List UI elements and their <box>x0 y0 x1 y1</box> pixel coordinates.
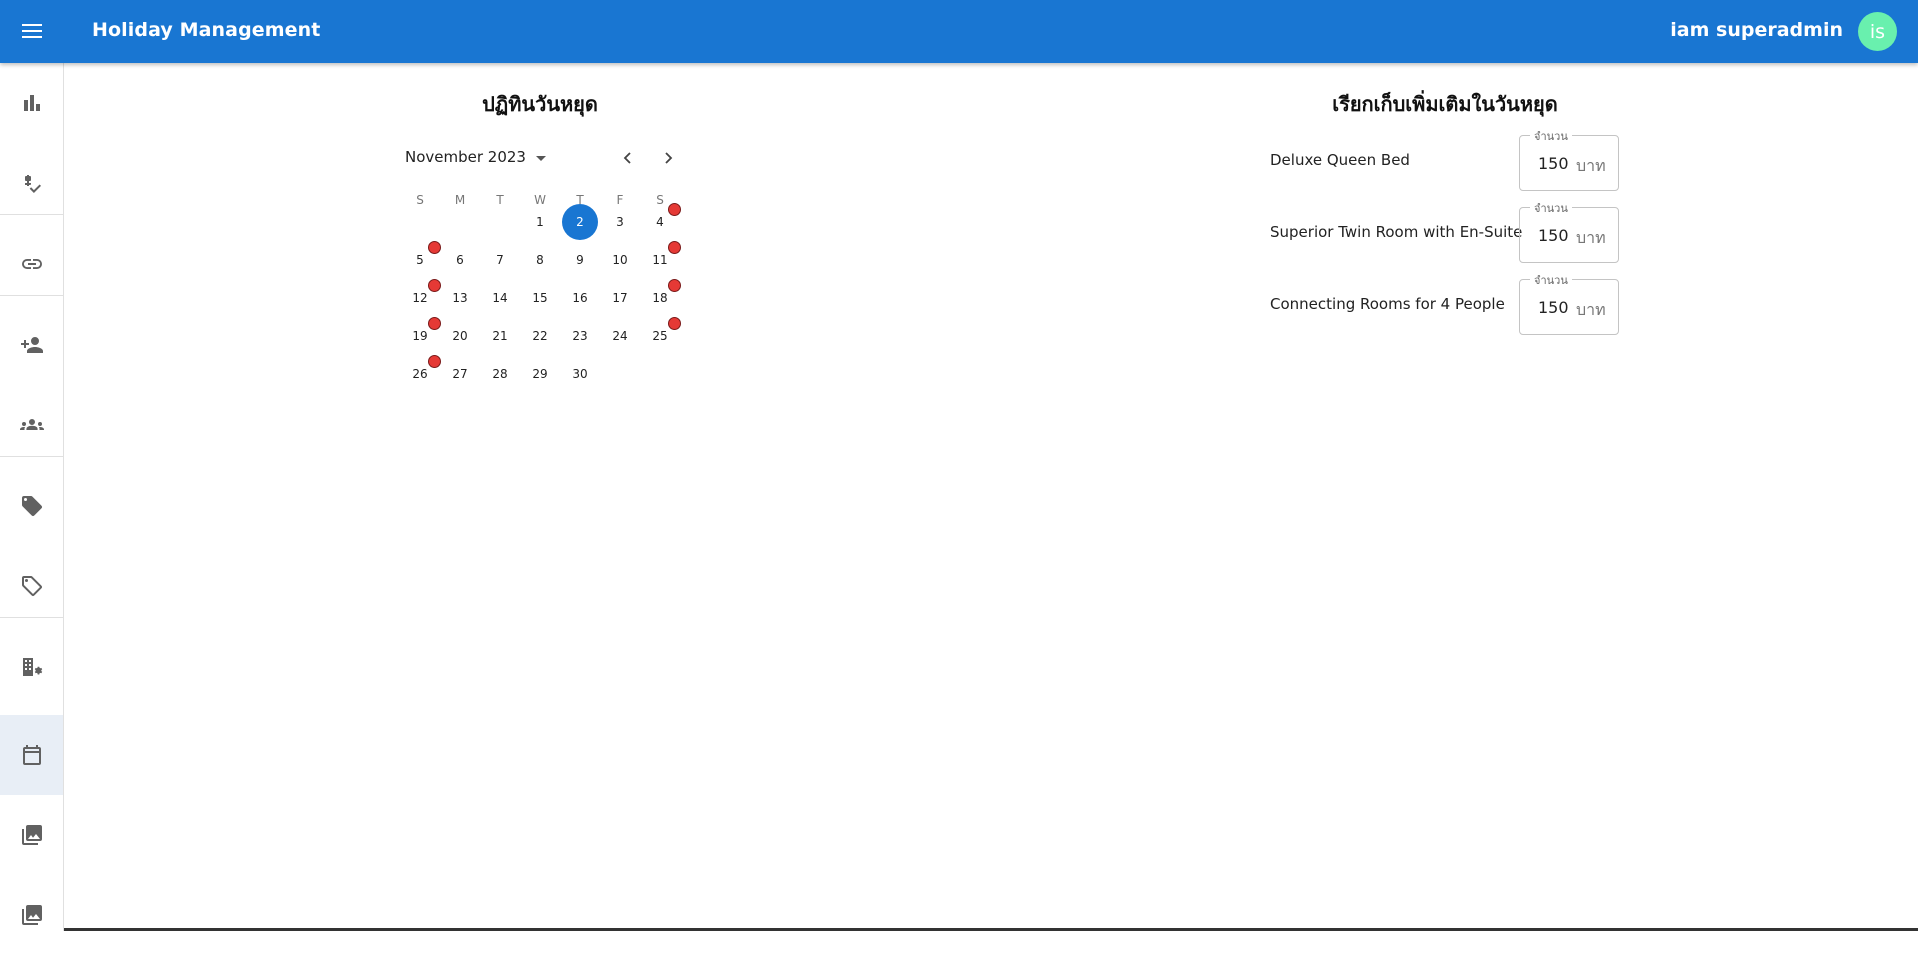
holiday-badge <box>428 317 441 330</box>
sidebar-item-price-check[interactable] <box>0 143 63 223</box>
calendar-day[interactable]: 1 <box>522 204 558 240</box>
calendar-day[interactable]: 7 <box>482 242 518 278</box>
holiday-badge <box>428 241 441 254</box>
weekday-label: S <box>416 193 424 207</box>
amount-value[interactable]: 150 <box>1538 154 1569 173</box>
calendar-day[interactable]: 29 <box>522 356 558 392</box>
calendar-day[interactable]: 9 <box>562 242 598 278</box>
calendar-day[interactable]: 6 <box>442 242 478 278</box>
amount-value[interactable]: 150 <box>1538 298 1569 317</box>
currency-unit: บาท <box>1576 300 1606 319</box>
calendar-day[interactable]: 16 <box>562 280 598 316</box>
calendar-section-title: ปฏิทินวันหยุด <box>482 92 598 116</box>
sidebar-item-dashboard[interactable] <box>0 63 63 143</box>
calendar-day[interactable]: 24 <box>602 318 638 354</box>
user-name: iam superadmin <box>1670 19 1843 41</box>
calendar-icon <box>22 745 41 765</box>
calendar-day[interactable]: 2 <box>562 204 598 240</box>
field-legend: จำนวน <box>1530 271 1572 289</box>
sidebar-item-holiday-calendar[interactable] <box>0 715 63 795</box>
calendar-day[interactable]: 8 <box>522 242 558 278</box>
currency-unit: บาท <box>1576 156 1606 175</box>
calendar-day[interactable]: 21 <box>482 318 518 354</box>
chevron-down-icon[interactable] <box>533 150 549 166</box>
link-icon <box>21 259 42 269</box>
previous-month-button[interactable] <box>617 147 639 169</box>
price-check-icon <box>24 175 41 193</box>
sidebar-item-groups[interactable] <box>0 385 63 465</box>
sidebar-item-add-user[interactable] <box>0 305 63 385</box>
calendar-day[interactable]: 23 <box>562 318 598 354</box>
building-settings-icon <box>22 658 42 676</box>
sidebar-item-gallery[interactable] <box>0 795 63 875</box>
amount-value[interactable]: 150 <box>1538 226 1569 245</box>
holiday-badge <box>668 317 681 330</box>
calendar-day[interactable]: 13 <box>442 280 478 316</box>
menu-icon[interactable] <box>18 17 46 45</box>
calendar-day[interactable]: 22 <box>522 318 558 354</box>
room-label: Connecting Rooms for 4 People <box>1270 295 1505 313</box>
room-label: Superior Twin Room with En-Suite <box>1270 223 1523 241</box>
calendar-day[interactable]: 10 <box>602 242 638 278</box>
calendar-day[interactable]: 20 <box>442 318 478 354</box>
sidebar-item-building-settings[interactable] <box>0 627 63 707</box>
surcharge-amount-field[interactable]: จำนวน 150 บาท <box>1519 199 1619 263</box>
sell-icon <box>21 496 42 516</box>
calendar-day[interactable]: 15 <box>522 280 558 316</box>
page-title: Holiday Management <box>92 19 321 41</box>
holiday-badge <box>668 241 681 254</box>
app-bar: Holiday Management iam superadmin is <box>0 0 1918 63</box>
calendar-day[interactable]: 27 <box>442 356 478 392</box>
sidebar-item-tags-outline[interactable] <box>0 546 63 626</box>
chevron-right-icon <box>665 152 673 164</box>
chevron-left-icon <box>623 152 631 164</box>
surcharge-amount-field[interactable]: จำนวน 150 บาท <box>1519 127 1619 191</box>
field-legend: จำนวน <box>1530 127 1572 145</box>
calendar-day[interactable]: 14 <box>482 280 518 316</box>
groups-icon <box>19 419 44 430</box>
sidebar <box>0 63 64 931</box>
sell-outline-icon <box>21 576 42 596</box>
avatar[interactable]: is <box>1858 12 1897 51</box>
currency-unit: บาท <box>1576 228 1606 247</box>
calendar-day[interactable]: 28 <box>482 356 518 392</box>
photo-library-icon <box>21 905 42 925</box>
holiday-badge <box>428 279 441 292</box>
surcharge-amount-field[interactable]: จำนวน 150 บาท <box>1519 271 1619 335</box>
holiday-badge <box>668 279 681 292</box>
calendar-day[interactable]: 3 <box>602 204 638 240</box>
holiday-badge <box>668 203 681 216</box>
person-add-icon <box>20 337 43 353</box>
sidebar-item-tags[interactable] <box>0 466 63 546</box>
room-label: Deluxe Queen Bed <box>1270 151 1410 169</box>
calendar-month-label[interactable]: November 2023 <box>405 148 526 166</box>
surcharge-section-title: เรียกเก็บเพิ่มเติมในวันหยุด <box>1332 92 1558 116</box>
field-legend: จำนวน <box>1530 199 1572 217</box>
sidebar-item-links[interactable] <box>0 224 63 304</box>
calendar-day[interactable]: 30 <box>562 356 598 392</box>
bar-chart-icon <box>23 95 40 111</box>
next-month-button[interactable] <box>657 147 679 169</box>
calendar-day[interactable]: 17 <box>602 280 638 316</box>
photo-library-icon <box>21 825 42 845</box>
holiday-badge <box>428 355 441 368</box>
weekday-label: M <box>454 193 466 207</box>
sidebar-item-gallery-2[interactable] <box>0 875 63 955</box>
weekday-label: T <box>496 193 504 207</box>
